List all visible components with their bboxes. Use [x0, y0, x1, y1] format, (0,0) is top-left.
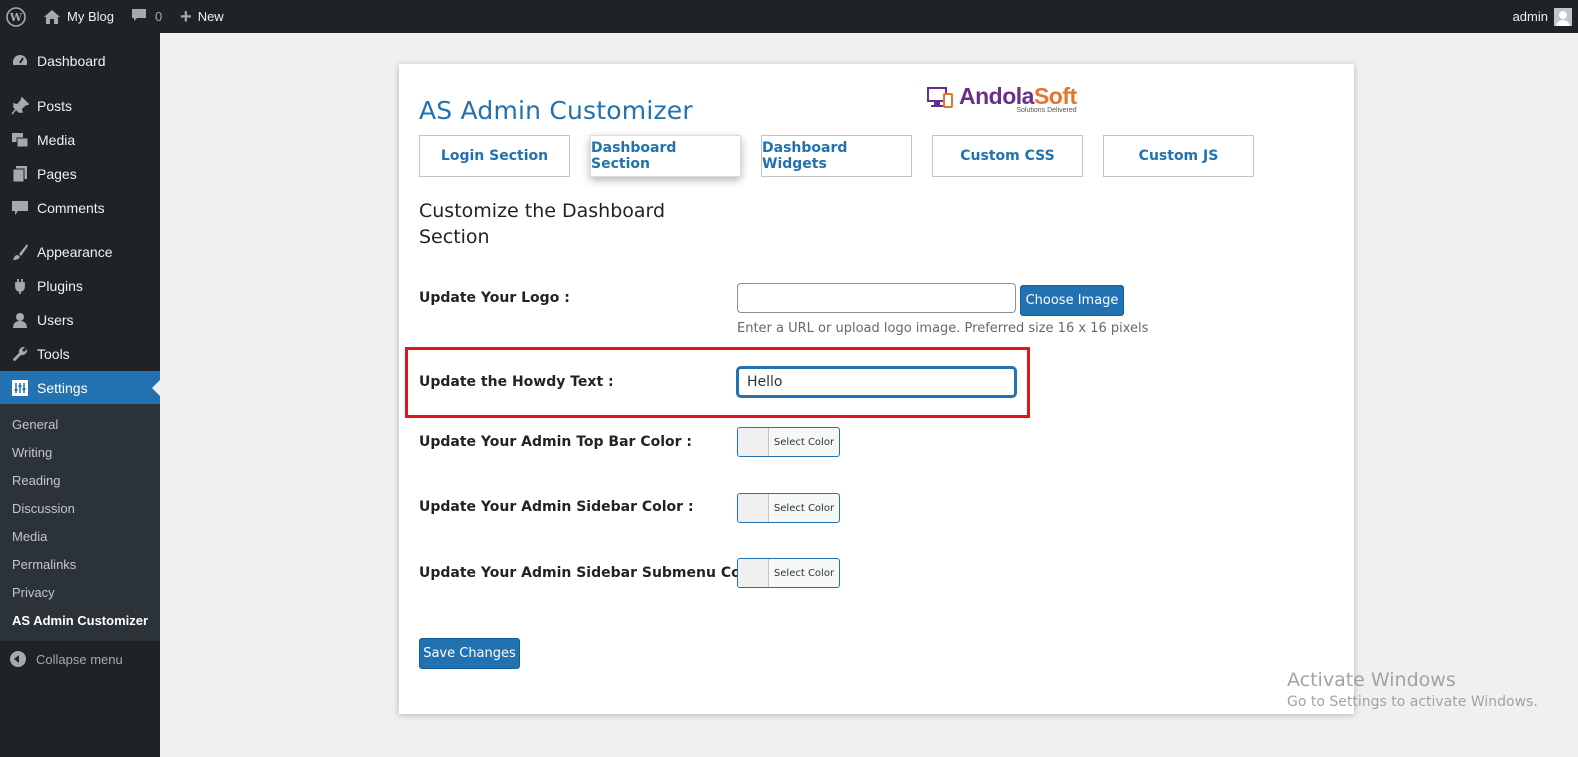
tab-custom-js[interactable]: Custom JS [1103, 135, 1254, 177]
sidebar-item-users[interactable]: Users [0, 303, 160, 337]
brand-tagline: Solutions Delivered [1016, 107, 1077, 114]
settings-icon [10, 378, 30, 398]
brand-name-part2: Soft [1033, 83, 1077, 109]
submenu-color-label: Update Your Admin Sidebar Submenu Color … [419, 565, 773, 581]
color-swatch [738, 559, 769, 587]
plugin-settings-card: AS Admin Customizer AndolaSoft Solutions… [399, 64, 1354, 714]
sidebar-item-media[interactable]: Media [0, 123, 160, 157]
section-heading: Customize the Dashboard Section [419, 200, 666, 248]
sidebar-item-label: Tools [37, 346, 70, 362]
user-icon [10, 310, 30, 330]
watermark-subtitle: Go to Settings to activate Windows. [1287, 694, 1538, 710]
select-color-label: Select Color [773, 502, 835, 514]
andolasoft-logo: AndolaSoft Solutions Delivered [927, 84, 1077, 118]
submenu-item-privacy[interactable]: Privacy [12, 583, 55, 603]
sidebar-item-comments[interactable]: Comments [0, 191, 160, 225]
media-icon [10, 130, 30, 150]
brush-icon [10, 242, 30, 262]
site-name-link[interactable]: My Blog [43, 0, 114, 33]
sidebar-item-label: Users [37, 312, 74, 328]
submenu-color-picker[interactable]: Select Color [737, 558, 840, 588]
dashboard-icon [10, 51, 30, 71]
my-account-link[interactable]: admin [1513, 0, 1572, 33]
svg-text:W: W [9, 11, 23, 24]
pages-icon [10, 164, 30, 184]
collapse-menu-button[interactable]: Collapse menu [0, 645, 160, 673]
sidebar-item-label: Appearance [37, 244, 113, 260]
sidebar-item-posts[interactable]: Posts [0, 89, 160, 123]
home-icon [43, 9, 61, 25]
settings-submenu: General Writing Reading Discussion Media… [0, 404, 160, 641]
comment-icon [10, 198, 30, 218]
submenu-item-as-admin-customizer[interactable]: AS Admin Customizer [12, 611, 148, 631]
collapse-menu-label: Collapse menu [36, 651, 123, 667]
site-name-label: My Blog [67, 9, 114, 24]
sidebar-item-label: Comments [37, 200, 105, 216]
sidebar-item-dashboard[interactable]: Dashboard [0, 44, 160, 78]
sidebar-item-plugins[interactable]: Plugins [0, 269, 160, 303]
sidebar-item-label: Settings [37, 380, 88, 396]
select-color-label: Select Color [773, 436, 835, 448]
sidebar-item-appearance[interactable]: Appearance [0, 235, 160, 269]
sidebar-item-label: Media [37, 132, 76, 148]
color-swatch [738, 428, 769, 456]
sidebar-item-pages[interactable]: Pages [0, 157, 160, 191]
activate-windows-watermark: Activate Windows Go to Settings to activ… [1287, 669, 1538, 710]
wordpress-logo-icon[interactable]: W [6, 0, 28, 33]
save-changes-button[interactable]: Save Changes [419, 638, 520, 669]
submenu-item-writing[interactable]: Writing [12, 443, 52, 463]
sidebar-item-settings[interactable]: Settings [0, 371, 160, 405]
pin-icon [10, 96, 30, 116]
submenu-item-permalinks[interactable]: Permalinks [12, 555, 76, 575]
comments-link[interactable]: 0 [131, 0, 162, 33]
sidebar-item-label: Dashboard [37, 53, 106, 69]
tab-dashboard-widgets[interactable]: Dashboard Widgets [761, 135, 912, 177]
howdy-label: Update the Howdy Text : [419, 374, 614, 390]
plus-icon: + [180, 5, 192, 28]
comments-count: 0 [155, 9, 163, 24]
sidebar-item-label: Posts [37, 98, 73, 114]
devices-icon [927, 87, 953, 109]
sidebar-item-label: Pages [37, 166, 77, 182]
account-name: admin [1512, 9, 1548, 24]
page-title: AS Admin Customizer [419, 96, 693, 125]
topbar-color-label: Update Your Admin Top Bar Color : [419, 434, 693, 450]
choose-image-button[interactable]: Choose Image [1020, 285, 1124, 316]
watermark-title: Activate Windows [1287, 669, 1456, 691]
tab-dashboard-section[interactable]: Dashboard Section [590, 135, 741, 177]
logo-label: Update Your Logo : [419, 290, 570, 306]
submenu-item-reading[interactable]: Reading [12, 471, 60, 491]
avatar [1554, 7, 1572, 26]
logo-help-text: Enter a URL or upload logo image. Prefer… [737, 321, 1149, 336]
collapse-arrow-icon [10, 651, 26, 667]
new-content-link[interactable]: + New [180, 0, 224, 33]
plugin-icon [10, 276, 30, 296]
topbar-color-picker[interactable]: Select Color [737, 427, 840, 457]
howdy-text-input[interactable]: Hello [737, 367, 1016, 397]
submenu-item-discussion[interactable]: Discussion [12, 499, 75, 519]
sidebar-item-label: Plugins [37, 278, 83, 294]
tab-login-section[interactable]: Login Section [419, 135, 570, 177]
brand-name-part1: Andola [959, 83, 1034, 109]
logo-url-input[interactable] [737, 283, 1016, 313]
sidebar-item-tools[interactable]: Tools [0, 337, 160, 371]
admin-sidebar: Dashboard Posts Media Pages Comments App… [0, 33, 160, 757]
color-swatch [738, 494, 769, 522]
submenu-item-media[interactable]: Media [12, 527, 47, 547]
submenu-item-general[interactable]: General [12, 415, 58, 435]
new-label: New [197, 9, 224, 24]
admin-top-bar: W My Blog 0 + New admin [0, 0, 1578, 33]
select-color-label: Select Color [773, 567, 835, 579]
sidebar-color-label: Update Your Admin Sidebar Color : [419, 499, 694, 515]
wrench-icon [10, 344, 30, 364]
comment-bubble-icon [131, 7, 147, 26]
tab-custom-css[interactable]: Custom CSS [932, 135, 1083, 177]
sidebar-color-picker[interactable]: Select Color [737, 493, 840, 523]
